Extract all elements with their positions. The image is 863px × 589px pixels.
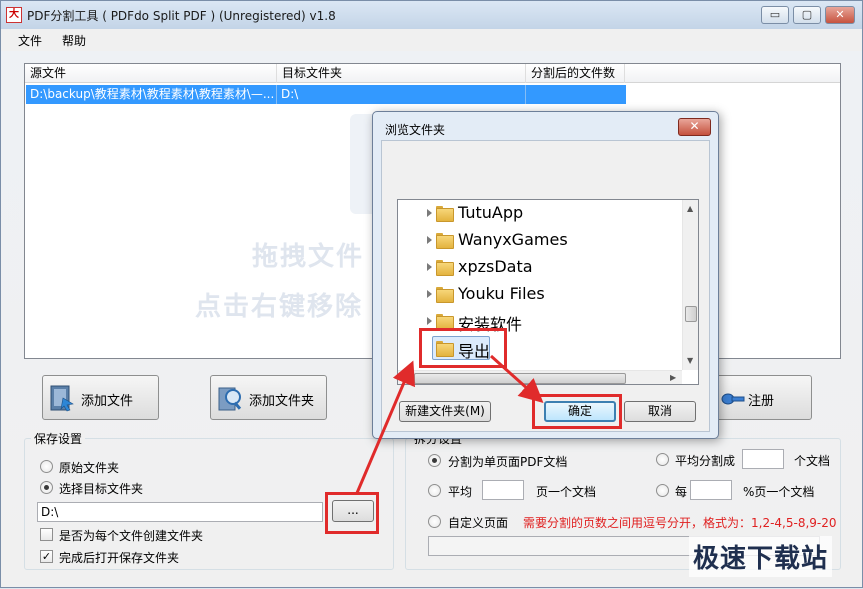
radio-average-split-label: 平均分割成	[675, 454, 736, 468]
radio-every-percent[interactable]	[656, 484, 669, 497]
title-bar: 大 PDF分割工具 ( PDFdo Split PDF ) (Unregiste…	[1, 1, 862, 29]
add-file-icon	[50, 385, 74, 412]
minimize-button[interactable]: ▭	[761, 6, 789, 24]
table-row[interactable]: D:\backup\教程素材\教程素材\教程素材\—... D:\	[26, 85, 626, 104]
save-path-input[interactable]: D:\	[37, 502, 323, 522]
tree-item-label: xpzsData	[458, 257, 533, 276]
tree-item-tutuapp[interactable]: TutuApp	[398, 200, 682, 227]
column-count[interactable]: 分割后的文件数	[526, 64, 625, 83]
add-folder-button[interactable]: 添加文件夹	[210, 375, 327, 420]
scroll-down-arrow-icon[interactable]: ▼	[687, 356, 693, 365]
expand-arrow-icon[interactable]	[427, 290, 432, 298]
percent-per-doc-label: %页一个文档	[743, 485, 815, 499]
add-folder-label: 添加文件夹	[249, 394, 315, 409]
checkbox-open-after[interactable]: ✓	[40, 550, 53, 563]
custom-pages-hint: 需要分割的页数之间用逗号分开，格式为：1,2-4,5-8,9-20	[523, 516, 837, 530]
radio-custom-pages-label: 自定义页面	[448, 516, 509, 530]
folder-icon	[436, 206, 454, 222]
folder-icon	[436, 233, 454, 249]
menu-bar: 文件 帮助	[1, 29, 862, 51]
radio-every-percent-label: 每	[675, 485, 688, 499]
dialog-body: TutuApp WanyxGames xpzsData Youku Files	[381, 140, 710, 432]
cell-source: D:\backup\教程素材\教程素材\教程素材\—...	[26, 85, 277, 104]
window-title: PDF分割工具 ( PDFdo Split PDF ) (Unregistere…	[27, 9, 336, 23]
ok-highlight-box	[532, 394, 622, 429]
radio-average-pages[interactable]	[428, 484, 441, 497]
tree-item-label: Youku Files	[458, 284, 545, 303]
cell-count	[526, 85, 625, 104]
radio-single-page-label: 分割为单页面PDF文档	[448, 455, 568, 469]
column-target[interactable]: 目标文件夹	[277, 64, 526, 83]
scroll-left-arrow-icon[interactable]: ◀	[402, 373, 408, 382]
average-count-input[interactable]	[742, 449, 784, 469]
main-window: 大 PDF分割工具 ( PDFdo Split PDF ) (Unregiste…	[0, 0, 863, 588]
tree-item-label: TutuApp	[458, 203, 524, 222]
expand-arrow-icon[interactable]	[427, 263, 432, 271]
drop-hint-text: 拖拽文件	[252, 242, 365, 272]
expand-arrow-icon[interactable]	[427, 209, 432, 217]
tree-vertical-scrollbar[interactable]: ▲ ▼	[682, 200, 698, 370]
tree-horizontal-scrollbar[interactable]: ◀ ▶	[398, 370, 682, 384]
cell-target: D:\	[277, 85, 526, 104]
app-logo-icon: 大	[6, 7, 22, 23]
file-list-header: 源文件 目标文件夹 分割后的文件数	[25, 64, 840, 83]
dialog-close-button[interactable]: ✕	[678, 118, 711, 136]
tree-scroll-thumb[interactable]	[685, 306, 697, 322]
radio-average-pages-label: 平均	[448, 485, 473, 499]
percent-input[interactable]	[690, 480, 732, 500]
folder-icon	[436, 287, 454, 303]
radio-choose-target[interactable]	[40, 481, 53, 494]
browse-highlight-box	[325, 492, 379, 534]
folder-icon	[436, 260, 454, 276]
menu-help[interactable]: 帮助	[62, 32, 86, 49]
add-folder-icon	[218, 387, 242, 411]
cancel-button[interactable]: 取消	[624, 401, 696, 422]
tree-item-label: WanyxGames	[458, 230, 568, 249]
tree-hscroll-thumb[interactable]	[414, 373, 626, 384]
radio-custom-pages[interactable]	[428, 515, 441, 528]
radio-choose-target-label: 选择目标文件夹	[59, 482, 144, 496]
key-icon	[721, 393, 745, 405]
browse-folder-dialog: 浏览文件夹 ✕ TutuApp WanyxGames xpzsData Youk…	[372, 111, 719, 439]
docs-suffix-label: 个文档	[794, 454, 831, 468]
pages-per-doc-input[interactable]	[482, 480, 524, 500]
column-source[interactable]: 源文件	[25, 64, 277, 83]
add-file-label: 添加文件	[81, 394, 134, 409]
radio-original-folder-label: 原始文件夹	[59, 461, 120, 475]
expand-arrow-icon[interactable]	[427, 317, 432, 325]
checkbox-create-per-file-label: 是否为每个文件创建文件夹	[59, 529, 204, 543]
radio-average-split[interactable]	[656, 453, 669, 466]
menu-file[interactable]: 文件	[18, 32, 42, 49]
register-button[interactable]: 注册	[713, 375, 812, 420]
tree-item-wanyxgames[interactable]: WanyxGames	[398, 227, 682, 254]
scroll-up-arrow-icon[interactable]: ▲	[687, 204, 693, 213]
folder-icon	[436, 314, 454, 330]
remove-hint-text: 点击右键移除	[195, 292, 364, 322]
radio-single-page[interactable]	[428, 454, 441, 467]
pages-per-doc-label: 页一个文档	[536, 485, 597, 499]
close-button[interactable]: ✕	[825, 6, 855, 24]
register-label: 注册	[748, 394, 775, 409]
maximize-button[interactable]: ▢	[793, 6, 821, 24]
scroll-right-arrow-icon[interactable]: ▶	[670, 373, 676, 382]
folder-highlight-box	[419, 328, 507, 368]
new-folder-button[interactable]: 新建文件夹(M)	[399, 401, 491, 422]
radio-original-folder[interactable]	[40, 460, 53, 473]
expand-arrow-icon[interactable]	[427, 236, 432, 244]
tree-item-youku-files[interactable]: Youku Files	[398, 281, 682, 308]
checkbox-create-per-file[interactable]	[40, 528, 53, 541]
save-settings-title: 保存设置	[31, 430, 86, 447]
tree-item-xpzsdata[interactable]: xpzsData	[398, 254, 682, 281]
add-file-button[interactable]: 添加文件	[42, 375, 159, 420]
site-watermark: 极速下载站	[689, 536, 833, 577]
checkbox-open-after-label: 完成后打开保存文件夹	[59, 551, 180, 565]
dialog-title: 浏览文件夹	[385, 123, 446, 137]
